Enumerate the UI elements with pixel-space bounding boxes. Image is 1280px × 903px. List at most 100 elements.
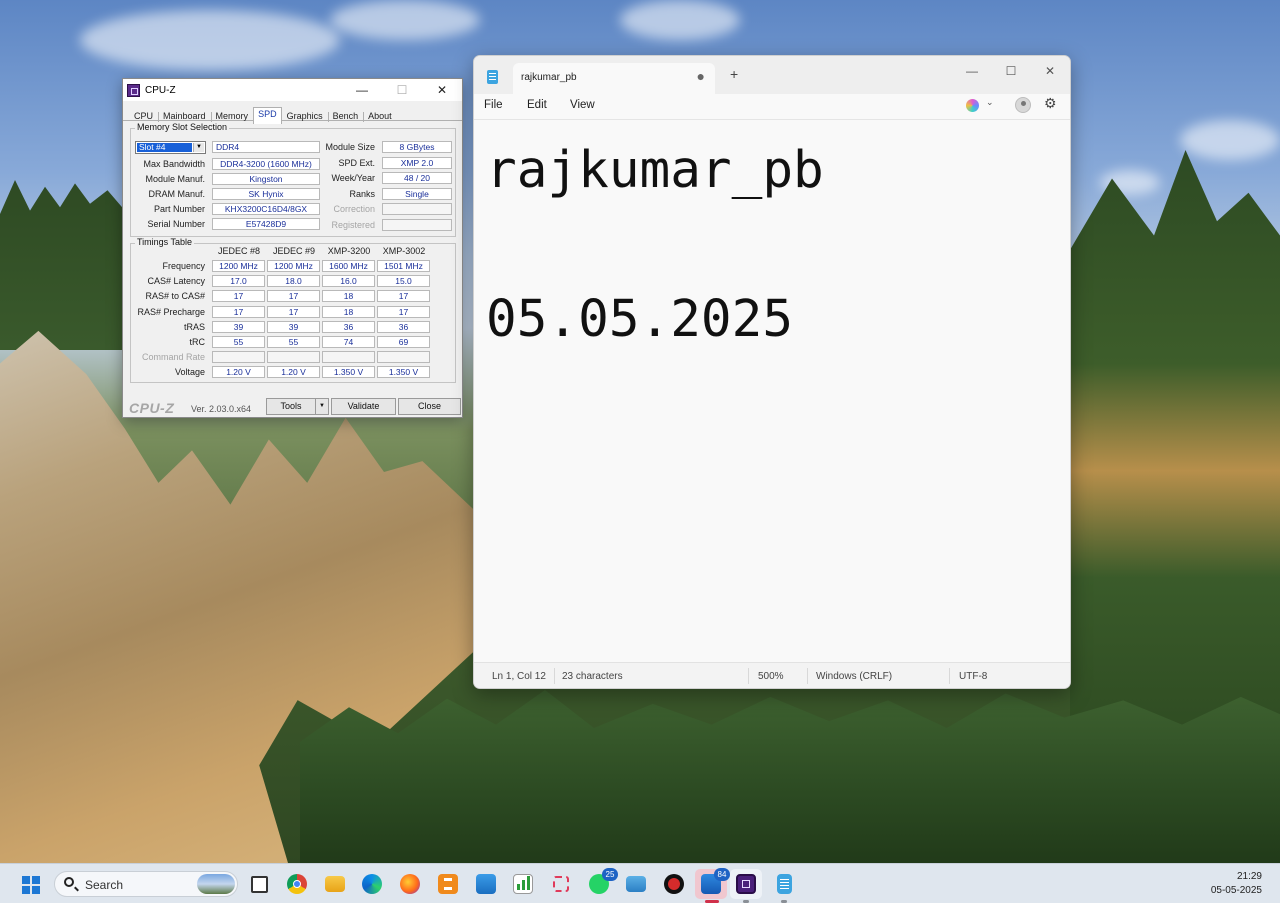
timing-cell: 55 [212,336,265,348]
tab-mainboard[interactable]: Mainboard [158,109,211,123]
timing-row-label: RAS# Precharge [137,306,205,317]
file-explorer-icon[interactable] [325,876,345,892]
task-view-icon[interactable] [251,876,268,893]
remote-app-icon[interactable]: 84 [701,868,730,894]
gear-icon[interactable]: ⚙ [1044,95,1057,112]
timing-cell: 1200 MHz [267,260,320,272]
timing-cell: 36 [322,320,375,333]
edge-icon[interactable] [362,874,382,894]
timing-cell: 17 [267,290,320,303]
snipping-tool-icon[interactable] [551,874,571,894]
status-divider [949,668,950,684]
cloud-app-icon[interactable] [476,874,496,894]
notepad-tab[interactable]: rajkumar_pb ● [513,63,715,94]
wallpaper-cloud [620,0,740,40]
timing-cell: 74 [322,336,375,348]
close-cpuz-button[interactable]: Close [398,398,461,415]
timing-column-header: JEDEC #9 [272,246,316,256]
spd-field-value [382,203,452,215]
minimize-button[interactable]: — [342,79,382,101]
copilot-icon[interactable] [966,99,979,112]
timing-cell: 1600 MHz [322,260,375,272]
notepad-titlebar[interactable]: rajkumar_pb ● + — ☐ ✕ [474,56,1070,94]
sublime-text-icon[interactable] [438,874,458,894]
account-avatar-icon[interactable] [1015,97,1031,113]
menu-view[interactable]: View [570,99,595,111]
windows-start-icon[interactable] [22,876,40,894]
timing-cell: 1.350 V [377,366,430,379]
close-button[interactable]: ✕ [422,79,462,101]
tab-about[interactable]: About [363,109,397,123]
zoom-level[interactable]: 500% [758,671,784,682]
cpuz-titlebar[interactable]: CPU-Z — ☐ ✕ [123,79,462,101]
spd-field-label: DRAM Manuf. [148,189,205,199]
timing-cell: 17 [377,305,430,318]
timing-cell: 1.350 V [322,366,375,379]
chart-app-icon[interactable] [513,874,533,894]
tab-cpu[interactable]: CPU [129,109,158,123]
tab-graphics[interactable]: Graphics [282,109,328,123]
timing-cell: 1.20 V [212,366,265,379]
close-button[interactable]: ✕ [1030,60,1070,82]
memory-type-value: DDR4 [212,141,320,153]
maximize-button[interactable]: ☐ [382,79,422,101]
timing-column-header: XMP-3002 [382,246,426,256]
editor-line: 05.05.2025 [486,290,794,349]
media-app-icon[interactable] [664,874,684,894]
unsaved-indicator-icon[interactable]: ● [697,68,705,84]
timing-row-label: CAS# Latency [147,276,205,287]
timing-cell: 69 [377,336,430,348]
menu-edit[interactable]: Edit [527,99,547,111]
search-icon [64,877,74,887]
timing-row-label: Frequency [162,261,205,271]
whatsapp-icon[interactable]: 25 [589,868,618,894]
notepad-window[interactable]: rajkumar_pb ● + — ☐ ✕ File Edit View ⌄ ⚙… [473,55,1071,689]
search-label: Search [85,878,124,892]
chrome-icon[interactable] [287,874,307,894]
timing-row-label: Command Rate [141,352,205,363]
status-divider [554,668,555,684]
spd-field-label: Module Manuf. [145,174,205,184]
remote-app-badge: 84 [714,868,730,881]
timing-row-label: RAS# to CAS# [145,291,205,302]
spd-field-value: Single [382,187,452,200]
timing-column-header: XMP-3200 [327,246,371,256]
timing-cell: 17 [377,290,430,303]
spd-field-value: KHX3200C16D4/8GX [212,203,320,215]
system-clock[interactable]: 21:29 05-05-2025 [1211,870,1262,898]
notepad-text-editor[interactable]: rajkumar_pb 05.05.2025 [474,119,1070,662]
timing-cell: 17 [212,290,265,303]
cpuz-logo: CPU-Z [129,400,175,416]
timing-cell: 15.0 [377,275,430,288]
notepad-menubar: File Edit View ⌄ ⚙ [474,94,1070,119]
wallpaper-forest [300,690,1280,863]
spd-field-value: DDR4-3200 (1600 MHz) [212,158,320,170]
tab-bench[interactable]: Bench [327,109,364,123]
notepad-taskbar-icon[interactable] [777,874,792,894]
timing-cell: 17 [267,305,320,318]
cpuz-taskbar-icon[interactable] [736,874,756,894]
chevron-down-icon[interactable]: ⌄ [986,97,994,108]
chevron-down-icon[interactable]: ▼ [193,143,204,152]
tab-spd[interactable]: SPD [253,107,282,124]
line-endings[interactable]: Windows (CRLF) [816,671,892,682]
tools-dropdown-button[interactable]: ▼ [315,398,329,415]
keyboard-app-icon[interactable] [626,876,646,892]
timing-cell [212,351,265,364]
wallpaper-cloud [330,0,480,40]
encoding[interactable]: UTF-8 [959,671,987,682]
tab-memory[interactable]: Memory [210,109,254,123]
taskbar-search-box[interactable]: Search [54,871,238,897]
slot-select-dropdown[interactable]: Slot #4 ▼ [135,141,206,154]
new-tab-button[interactable]: + [730,66,738,82]
validate-button[interactable]: Validate [331,398,396,415]
minimize-button[interactable]: — [952,60,992,82]
maximize-button[interactable]: ☐ [991,60,1031,82]
timings-table-title: Timings Table [135,237,195,247]
timing-cell: 16.0 [322,275,375,288]
cpuz-window[interactable]: CPU-Z — ☐ ✕ CPU Mainboard Memory SPD Gra… [122,78,463,418]
menu-file[interactable]: File [484,99,503,111]
firefox-icon[interactable] [400,874,420,894]
tools-button[interactable]: Tools [266,398,316,415]
spd-field-label: Module Size [325,142,375,152]
